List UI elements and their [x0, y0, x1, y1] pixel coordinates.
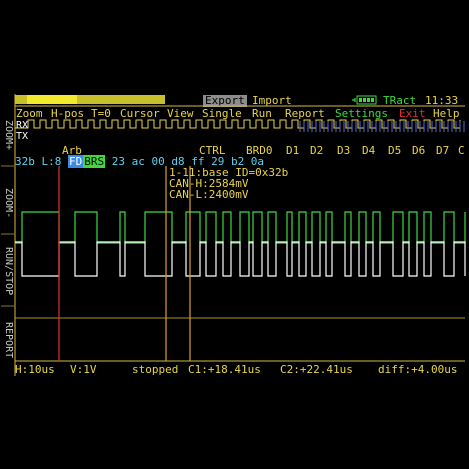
acq-state: stopped [132, 363, 179, 376]
h-division: H:10us [15, 363, 55, 376]
field-d3: D3 [337, 144, 351, 157]
field-d5: D5 [388, 144, 402, 157]
field-d1: D1 [286, 144, 300, 157]
status-bar: H:10us V:1V stopped C1:+18.41us C2:+22.4… [15, 364, 465, 376]
field-crc: C [458, 144, 465, 157]
can-l-voltage: CAN-L:2400mV [169, 188, 249, 201]
oscilloscope-screen: Export Import TRact 11:33 Zoom H-pos T=0… [0, 0, 469, 469]
brs-badge: BRS [83, 155, 106, 168]
decode-prefix: 32b L:8 [15, 155, 62, 168]
frame-info-box: 1-11:base ID=0x32b CAN-H:2584mV CAN-L:24… [169, 167, 288, 200]
field-d2: D2 [310, 144, 324, 157]
rx-wave [15, 119, 461, 129]
waveform-display [1, 94, 466, 376]
field-d7: D7 [436, 144, 450, 157]
can-l-trace [15, 241, 466, 277]
tx-label: TX [16, 131, 29, 142]
field-d4: D4 [362, 144, 376, 157]
cursor-c2-time: C2:+22.41us [280, 363, 353, 376]
field-d6: D6 [412, 144, 426, 157]
can-h-trace [15, 211, 466, 244]
fd-badge: FD [67, 155, 84, 168]
rx-bits [15, 119, 461, 129]
cursor-c1-time: C1:+18.41us [188, 363, 261, 376]
cursor-diff: diff:+4.00us [378, 363, 458, 376]
v-division: V:1V [70, 363, 97, 376]
